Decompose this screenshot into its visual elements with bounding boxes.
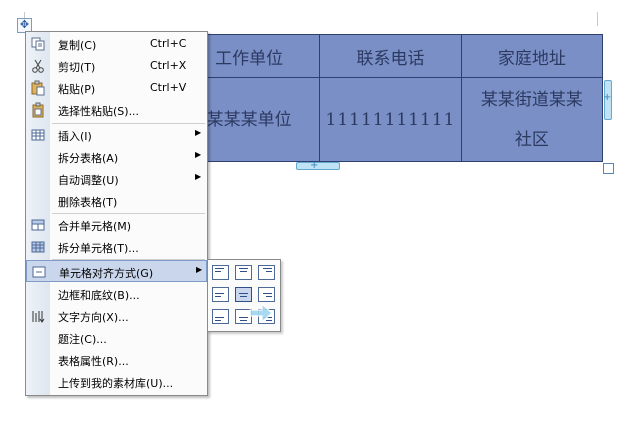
menu-item-borders-shading[interactable]: 边框和底纹(B)... xyxy=(26,283,207,305)
menu-item-label: 边框和底纹(B)... xyxy=(58,289,140,302)
menu-item-cut[interactable]: 剪切(T) Ctrl+X xyxy=(26,55,207,77)
page-margin-mark-right xyxy=(597,12,598,26)
table-cell[interactable]: 家庭地址 xyxy=(460,34,604,78)
cell-align-icon xyxy=(32,266,46,278)
menu-item-delete-table[interactable]: 删除表格(T) xyxy=(26,190,207,212)
menu-item-text-direction[interactable]: 文字方向(X)... xyxy=(26,305,207,327)
menu-item-label: 题注(C)... xyxy=(58,333,107,346)
paste-special-icon xyxy=(32,102,44,118)
align-top-right-button[interactable] xyxy=(258,265,275,280)
menu-item-upload-library[interactable]: 上传到我的素材库(U)... xyxy=(26,371,207,393)
menu-item-shortcut: Ctrl+X xyxy=(150,59,187,72)
submenu-arrow-icon: ▶ xyxy=(195,128,202,137)
menu-item-label: 拆分表格(A) xyxy=(58,152,119,165)
menu-item-split-table[interactable]: 拆分表格(A) ▶ xyxy=(26,146,207,168)
align-top-center-button[interactable] xyxy=(235,265,252,280)
menu-item-table-properties[interactable]: 表格属性(R)... xyxy=(26,349,207,371)
menu-item-paste-special[interactable]: 选择性粘贴(S)... xyxy=(26,99,207,121)
menu-item-label: 删除表格(T) xyxy=(58,196,118,209)
table-row: 工作单位 联系电话 家庭地址 xyxy=(177,34,604,78)
insert-table-icon xyxy=(31,129,45,141)
menu-item-cell-alignment[interactable]: 单元格对齐方式(G) ▶ xyxy=(26,260,207,282)
menu-item-insert[interactable]: 插入(I) ▶ xyxy=(26,124,207,146)
menu-item-merge-cells[interactable]: 合并单元格(M) xyxy=(26,214,207,236)
menu-item-label: 插入(I) xyxy=(58,130,92,143)
menu-item-label: 选择性粘贴(S)... xyxy=(58,105,140,118)
text-direction-icon xyxy=(32,311,45,323)
table-resize-handle[interactable] xyxy=(603,163,614,174)
menu-item-label: 表格属性(R)... xyxy=(58,355,129,368)
menu-item-paste[interactable]: 粘贴(P) Ctrl+V xyxy=(26,77,207,99)
copy-icon xyxy=(31,37,45,51)
add-column-icon: + xyxy=(603,92,612,103)
table-row: 某某某单位 11111111111 某某街道某某社区 xyxy=(177,77,604,162)
table-cell[interactable]: 某某街道某某社区 xyxy=(460,77,604,162)
menu-item-shortcut: Ctrl+V xyxy=(150,81,187,94)
submenu-arrow-icon: ▶ xyxy=(196,265,203,274)
menu-item-label: 上传到我的素材库(U)... xyxy=(58,377,174,390)
paste-icon xyxy=(31,80,45,96)
menu-item-label: 自动调整(U) xyxy=(58,174,119,187)
menu-item-label: 粘贴(P) xyxy=(58,83,96,96)
menu-item-label: 拆分单元格(T)... xyxy=(58,242,139,255)
menu-item-autofit[interactable]: 自动调整(U) ▶ xyxy=(26,168,207,190)
menu-item-label: 单元格对齐方式(G) xyxy=(59,267,154,280)
merge-cells-icon xyxy=(31,219,45,231)
document-table: 工作单位 联系电话 家庭地址 某某某单位 11111111111 某某街道某某社… xyxy=(177,34,604,162)
menu-item-shortcut: Ctrl+C xyxy=(150,37,187,50)
menu-item-label: 文字方向(X)... xyxy=(58,311,129,324)
menu-item-label: 复制(C) xyxy=(58,39,97,52)
submenu-arrow-icon: ▶ xyxy=(195,150,202,159)
menu-item-caption[interactable]: 题注(C)... xyxy=(26,327,207,349)
mouse-cursor-icon xyxy=(249,302,273,324)
table-cell[interactable]: 11111111111 xyxy=(319,77,462,162)
add-row-icon: + xyxy=(310,160,319,171)
split-cells-icon xyxy=(31,241,45,253)
menu-item-split-cells[interactable]: 拆分单元格(T)... xyxy=(26,236,207,258)
menu-item-label: 合并单元格(M) xyxy=(58,220,132,233)
submenu-arrow-icon: ▶ xyxy=(195,172,202,181)
table-cell[interactable]: 联系电话 xyxy=(319,34,462,78)
menu-item-label: 剪切(T) xyxy=(58,61,96,74)
align-middle-left-button[interactable] xyxy=(212,287,229,302)
align-bottom-left-button[interactable] xyxy=(212,309,229,324)
cut-icon xyxy=(32,59,44,73)
menu-item-copy[interactable]: 复制(C) Ctrl+C xyxy=(26,33,207,55)
context-menu: 复制(C) Ctrl+C 剪切(T) Ctrl+X 粘贴(P) Ctrl+V 选… xyxy=(25,31,208,396)
align-top-left-button[interactable] xyxy=(212,265,229,280)
